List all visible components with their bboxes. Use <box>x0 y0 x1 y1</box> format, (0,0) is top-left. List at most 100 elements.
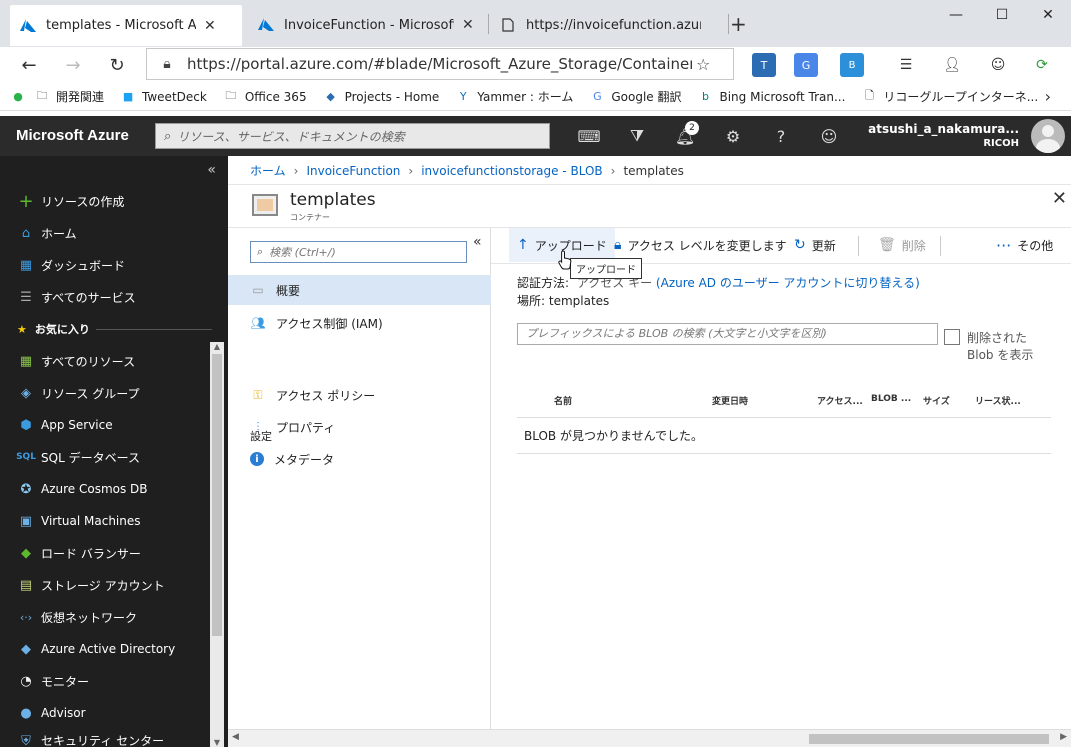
nav-home[interactable]: ⌂ ホーム <box>17 220 77 246</box>
bookmark-feedly[interactable]: ● <box>10 89 26 105</box>
dashboard-icon: ▦ <box>19 257 33 273</box>
column-size[interactable]: サイズ <box>923 394 950 407</box>
bookmark-folder-office365[interactable]: 🗀︎ Office 365 <box>223 89 307 105</box>
column-modified[interactable]: 変更日時 <box>712 394 748 407</box>
nav-create-resource[interactable]: + リソースの作成 <box>17 188 124 214</box>
nav-cosmos-db[interactable]: ✪ Azure Cosmos DB <box>17 476 148 502</box>
favorites-list-icon[interactable]: ☰ <box>894 53 918 77</box>
chevron-right-icon[interactable]: › <box>1045 87 1051 106</box>
collapse-nav-icon[interactable]: « <box>207 162 216 178</box>
close-window-button[interactable]: ✕ <box>1025 0 1071 32</box>
help-icon[interactable]: ? <box>766 124 796 148</box>
refresh-button[interactable]: ↻ 更新 <box>794 228 836 262</box>
bing-translator-extension-icon[interactable]: B <box>840 53 864 77</box>
menu-item-access-policy[interactable]: ⚿ アクセス ポリシー <box>228 380 491 410</box>
tab-invoicefunction[interactable]: InvoiceFunction - Microsoft Azure ✕ <box>248 6 484 44</box>
favorite-star-icon[interactable]: ☆ <box>696 55 710 74</box>
notifications-bell-icon[interactable]: 🔔︎ 2 <box>670 121 700 148</box>
nav-storage-accounts[interactable]: ▤ ストレージ アカウント <box>17 572 165 598</box>
column-name[interactable]: 名前 <box>554 394 572 407</box>
bookmark-bing-translator[interactable]: b Bing Microsoft Tran... <box>697 89 845 105</box>
account-info[interactable]: atsushi_a_nakamura... RICOH <box>868 122 1019 149</box>
nav-virtual-machines[interactable]: ▣ Virtual Machines <box>17 508 141 534</box>
cloud-shell-icon[interactable]: ⌨ <box>574 124 604 148</box>
projects-icon: ◆ <box>326 90 335 103</box>
more-button[interactable]: ··· その他 <box>996 228 1053 262</box>
nav-label: App Service <box>41 418 113 432</box>
delete-button[interactable]: 🗑︎ 削除 <box>878 228 926 262</box>
scroll-up-arrow-icon[interactable]: ▲ <box>210 342 224 351</box>
close-tab-icon[interactable]: ✕ <box>462 17 474 33</box>
scroll-down-arrow-icon[interactable]: ▼ <box>210 738 224 747</box>
nav-app-service[interactable]: ⬢ App Service <box>17 412 113 438</box>
close-blade-icon[interactable]: ✕ <box>1052 188 1067 209</box>
nav-resource-groups[interactable]: ◈ リソース グループ <box>17 380 140 406</box>
feedback-smiley-icon[interactable]: ☺ <box>986 53 1010 77</box>
maximize-button[interactable]: ☐ <box>979 0 1025 32</box>
load-balancer-icon: ◆ <box>21 545 31 561</box>
nav-security-center[interactable]: ⛨ セキュリティ センター <box>17 732 164 747</box>
bookmark-google-translate[interactable]: G Google 翻訳 <box>589 88 681 105</box>
breadcrumb-invoicefunction[interactable]: InvoiceFunction <box>306 164 400 178</box>
feedback-smiley-icon[interactable]: ☺ <box>814 124 844 148</box>
key-icon: ⚿ <box>253 387 263 402</box>
bookmark-label: Office 365 <box>244 89 307 104</box>
avatar[interactable] <box>1031 119 1065 153</box>
nav-monitor[interactable]: ◔ モニター <box>17 668 89 694</box>
bookmark-folder-dev[interactable]: 🗀︎ 開発関連 <box>34 88 105 105</box>
bookmark-ricoh-group[interactable]: 🗋︎ リコーグループインターネ... <box>861 88 1038 105</box>
extension-icon[interactable]: T <box>752 53 776 77</box>
menu-search-input[interactable]: ⌕ 検索 (Ctrl+/) <box>250 241 467 263</box>
url-field[interactable]: 🔒︎ https://portal.azure.com/#blade/Micro… <box>146 48 734 80</box>
column-blob-type[interactable]: BLOB ... <box>871 394 911 404</box>
refresh-icon[interactable]: ↻ <box>102 51 132 81</box>
bookmark-projects[interactable]: ◆ Projects - Home <box>323 89 439 105</box>
close-tab-icon[interactable]: ✕ <box>204 18 216 34</box>
minimize-button[interactable]: — <box>933 0 979 32</box>
nav-all-resources[interactable]: ▦ すべてのリソース <box>17 348 135 374</box>
blob-prefix-search-input[interactable]: プレフィックスによる BLOB の検索 (大文字と小文字を区別) <box>517 323 938 345</box>
settings-gear-icon[interactable]: ⚙ <box>718 124 748 148</box>
nav-azure-active-directory[interactable]: ◆ Azure Active Directory <box>17 636 175 662</box>
scroll-thumb[interactable] <box>809 734 1049 744</box>
bookmark-yammer[interactable]: Y Yammer : ホーム <box>455 88 573 105</box>
collapse-menu-icon[interactable]: « <box>473 234 482 250</box>
global-search-input[interactable]: ⌕ リソース、サービス、ドキュメントの検索 <box>155 123 550 149</box>
nav-all-services[interactable]: ☰ すべてのサービス <box>17 284 136 310</box>
menu-item-properties[interactable]: ⫶ プロパティ <box>228 412 491 442</box>
tab-invoicefunction-site[interactable]: https://invoicefunction.azureweb <box>490 6 726 44</box>
horizontal-scrollbar[interactable]: ◀ ▶ <box>228 729 1071 747</box>
scroll-thumb[interactable] <box>212 354 222 636</box>
column-access[interactable]: アクセス... <box>817 394 863 407</box>
new-tab-button[interactable]: + <box>730 12 747 36</box>
back-arrow-icon[interactable]: ← <box>14 51 44 81</box>
azure-brand[interactable]: Microsoft Azure <box>16 127 129 144</box>
nav-scrollbar[interactable]: ▲ ▼ <box>210 342 224 747</box>
nav-sql-database[interactable]: SQL SQL データベース <box>16 444 140 470</box>
nav-virtual-networks[interactable]: ‹·› 仮想ネットワーク <box>17 604 137 630</box>
nav-advisor[interactable]: ● Advisor <box>17 700 85 726</box>
menu-item-overview[interactable]: ▭ 概要 <box>228 275 491 305</box>
scroll-right-arrow-icon[interactable]: ▶ <box>1060 732 1067 742</box>
column-lease-state[interactable]: リース状... <box>975 394 1021 407</box>
nav-label: リソース グループ <box>41 386 140 401</box>
profile-icon[interactable]: 👤︎ <box>940 53 964 77</box>
show-deleted-blobs-checkbox[interactable] <box>944 329 960 345</box>
nav-load-balancer[interactable]: ◆ ロード バランサー <box>17 540 141 566</box>
tab-templates[interactable]: templates - Microsoft Azure ✕ <box>10 5 242 46</box>
breadcrumb-home[interactable]: ホーム <box>250 162 286 179</box>
breadcrumb-storage-blob[interactable]: invoicefunctionstorage - BLOB <box>421 164 602 178</box>
change-access-level-button[interactable]: 🔒︎ アクセス レベルを変更します <box>614 228 787 262</box>
nav-dashboard[interactable]: ▦ ダッシュボード <box>17 252 125 278</box>
bookmark-tweetdeck[interactable]: ■ TweetDeck <box>120 89 207 105</box>
menu-item-iam[interactable]: 👥︎ アクセス制御 (IAM) <box>228 308 491 338</box>
resource-group-icon: ◈ <box>21 385 31 401</box>
scroll-left-arrow-icon[interactable]: ◀ <box>232 732 239 742</box>
tab-label: InvoiceFunction - Microsoft Azure <box>284 17 454 33</box>
menu-item-metadata[interactable]: i メタデータ <box>228 444 491 474</box>
sync-icon[interactable]: ⟳ <box>1030 53 1054 77</box>
translate-extension-icon[interactable]: G <box>794 53 818 77</box>
forward-arrow-icon[interactable]: → <box>58 51 88 81</box>
switch-to-azure-ad-link[interactable]: (Azure AD のユーザー アカウントに切り替える) <box>656 276 920 290</box>
directory-filter-icon[interactable]: ⧩ <box>622 124 652 148</box>
